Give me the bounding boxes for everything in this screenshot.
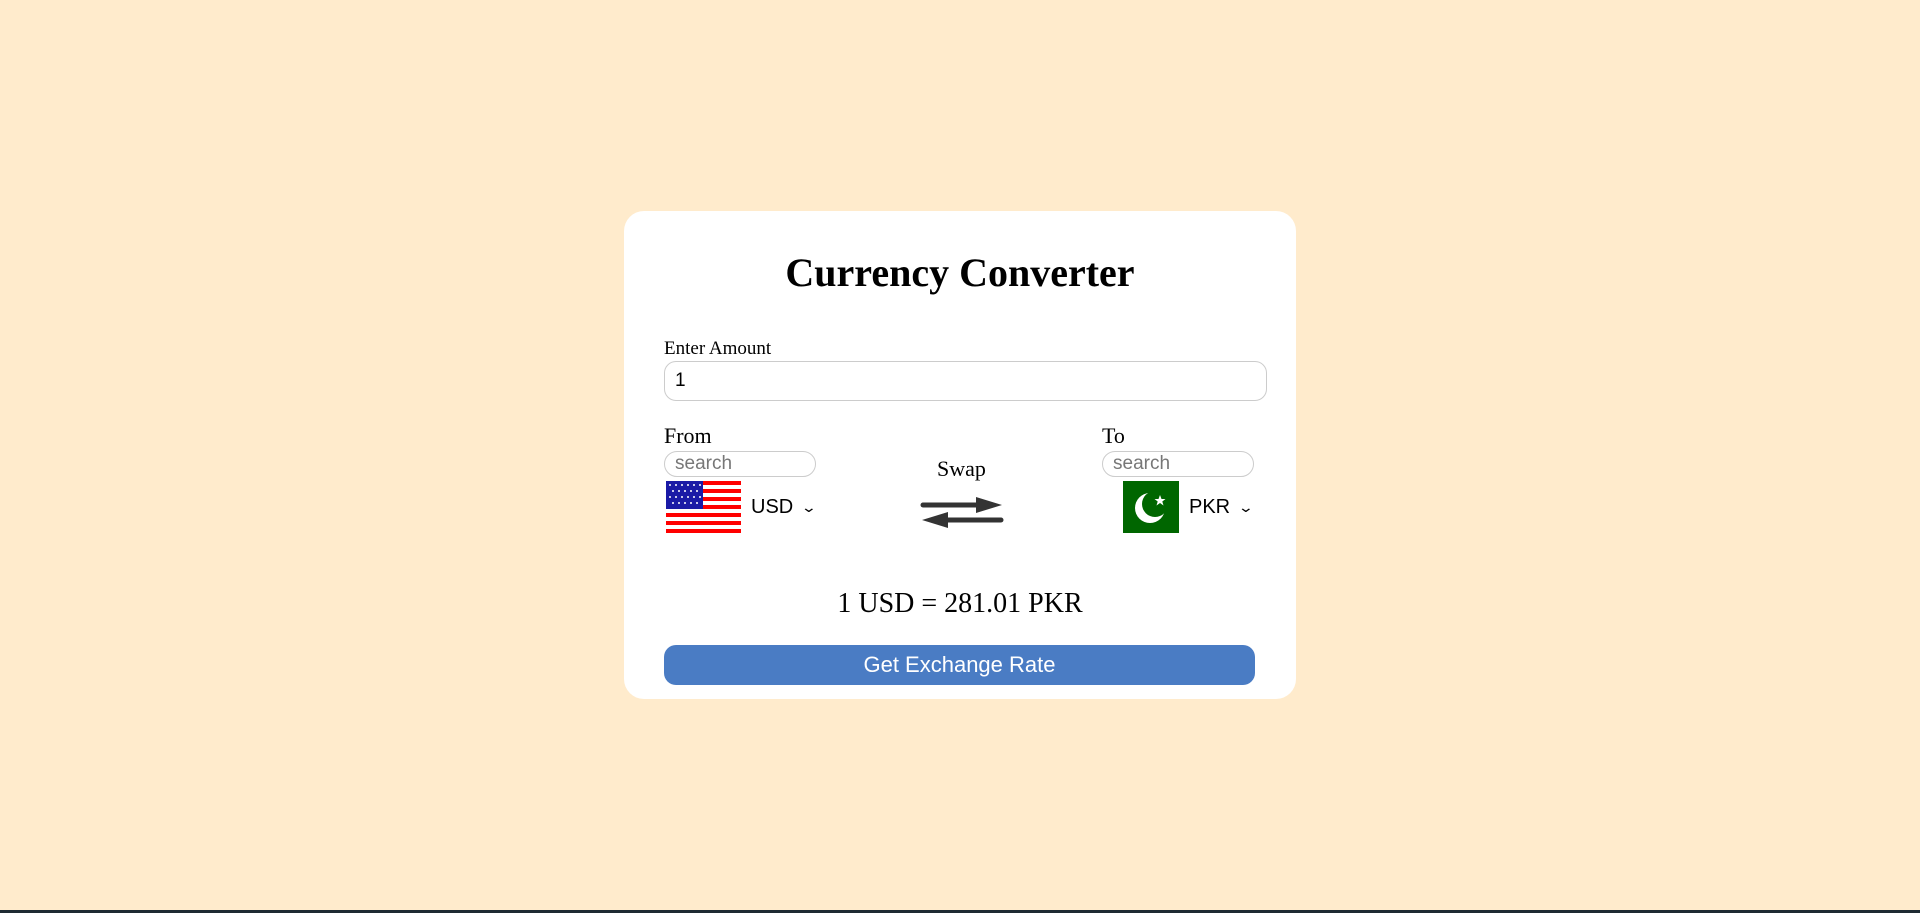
pk-flag-icon — [1123, 481, 1179, 533]
amount-label: Enter Amount — [664, 338, 772, 359]
exchange-result: 1 USD = 281.01 PKR — [837, 588, 1083, 619]
to-currency-select[interactable]: PKR ⌄ — [1123, 481, 1255, 533]
to-currency-code: PKR — [1189, 495, 1231, 518]
chevron-down-icon: ⌄ — [800, 498, 818, 515]
from-currency-select[interactable]: USD ⌄ — [666, 481, 818, 533]
swap-arrows-icon[interactable] — [920, 495, 1004, 529]
converter-card: Currency Converter Enter Amount From USD… — [624, 211, 1296, 699]
page-title: Currency Converter — [785, 250, 1135, 295]
swap-label: Swap — [937, 456, 986, 481]
to-search-input[interactable] — [1102, 451, 1254, 477]
from-currency-code: USD — [751, 495, 794, 518]
chevron-down-icon: ⌄ — [1237, 498, 1255, 515]
to-label: To — [1102, 423, 1125, 448]
us-flag-icon — [666, 481, 741, 533]
amount-input[interactable] — [664, 361, 1267, 401]
get-exchange-rate-button[interactable]: Get Exchange Rate — [664, 645, 1255, 685]
from-label: From — [664, 423, 712, 448]
from-search-input[interactable] — [664, 451, 816, 477]
